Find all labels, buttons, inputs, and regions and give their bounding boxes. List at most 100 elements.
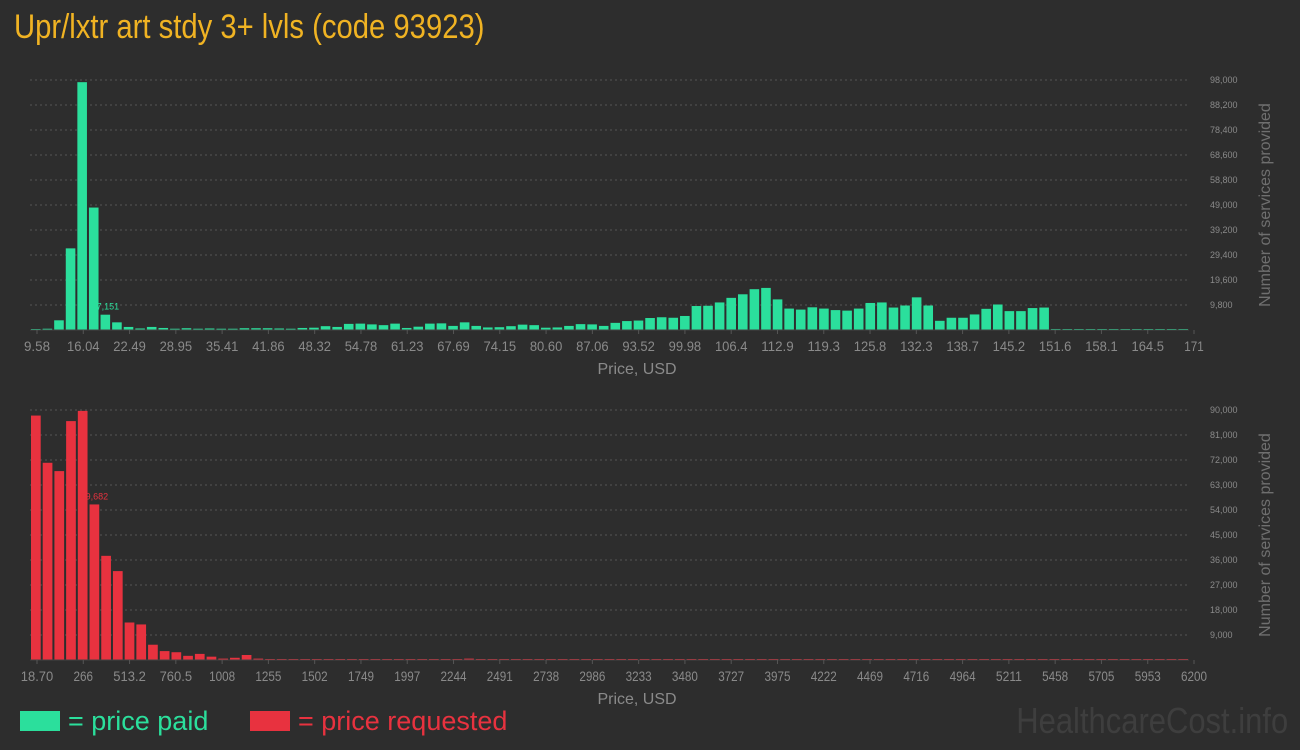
bar xyxy=(737,294,748,330)
x-tick-label: 6200 xyxy=(1181,668,1207,684)
y-tick-label: 81,000 xyxy=(1210,430,1238,440)
bar xyxy=(900,305,910,330)
bar xyxy=(865,302,876,330)
y-tick-label: 36,000 xyxy=(1210,555,1238,565)
x-tick-label: 1502 xyxy=(302,668,328,684)
bar xyxy=(390,323,400,330)
bar xyxy=(459,322,470,330)
bar xyxy=(981,308,991,330)
bar xyxy=(969,314,980,330)
y-tick-label: 72,000 xyxy=(1210,455,1238,465)
x-axis-label: Price, USD xyxy=(597,361,676,378)
x-tick-label: 5458 xyxy=(1042,668,1068,684)
x-tick-label: 16.04 xyxy=(67,338,100,354)
x-tick-label: 5953 xyxy=(1135,668,1161,684)
bar xyxy=(842,310,852,330)
peak-value-label: 89,682 xyxy=(81,491,109,501)
bar xyxy=(112,571,123,660)
price-paid-histogram: 9,800 19,600 29,400 39,200 49,000 58,800 68,60… xyxy=(24,75,1274,378)
x-tick-label: 74.15 xyxy=(484,338,517,354)
x-tick-label: 106.4 xyxy=(715,338,748,354)
bar xyxy=(564,325,574,330)
bar xyxy=(1027,308,1038,330)
bar xyxy=(136,624,147,660)
bar xyxy=(656,317,667,330)
bar xyxy=(749,289,760,330)
bar xyxy=(183,655,193,660)
bar xyxy=(703,305,713,330)
bar xyxy=(714,302,725,330)
bar xyxy=(1004,311,1015,330)
y-tick-label: 27,000 xyxy=(1210,580,1238,590)
legend-price-paid: = price paid xyxy=(20,704,208,738)
bar xyxy=(159,651,170,660)
bar xyxy=(853,308,864,330)
x-tick-label: 18.70 xyxy=(21,668,54,684)
bar xyxy=(54,320,64,330)
y-tick-label: 88,200 xyxy=(1210,100,1238,110)
bar xyxy=(343,323,354,330)
bar xyxy=(795,309,806,330)
bar xyxy=(320,326,331,330)
bar xyxy=(31,415,41,660)
bar xyxy=(819,308,829,330)
bar xyxy=(171,652,182,660)
x-tick-label: 28.95 xyxy=(160,338,193,354)
bar xyxy=(830,310,841,330)
y-tick-label: 9,800 xyxy=(1210,300,1233,310)
x-tick-label: 93.52 xyxy=(622,338,655,354)
x-tick-label: 145.2 xyxy=(993,338,1026,354)
x-tick-label: 4469 xyxy=(857,668,883,684)
bar xyxy=(66,421,76,660)
legend-paid-label: = price paid xyxy=(68,705,209,736)
bar xyxy=(726,297,736,330)
bar xyxy=(77,410,88,660)
bar xyxy=(241,655,252,660)
bar xyxy=(598,325,609,330)
bar xyxy=(89,504,100,660)
y-tick-label: 9,000 xyxy=(1210,630,1233,640)
x-axis-label: Price, USD xyxy=(597,691,676,708)
x-tick-label: 158.1 xyxy=(1085,338,1118,354)
y-tick-label: 58,800 xyxy=(1210,175,1238,185)
x-tick-label: 2986 xyxy=(579,668,605,684)
y-tick-label: 49,000 xyxy=(1210,200,1238,210)
bar xyxy=(1016,311,1026,330)
peak-value-label: 97,151 xyxy=(92,302,120,312)
watermark: HealthcareCost.info xyxy=(1016,700,1288,741)
bar xyxy=(124,622,135,660)
bar xyxy=(691,306,702,330)
y-axis-label: Number of services provided xyxy=(1257,103,1274,307)
bar xyxy=(784,308,794,330)
bar xyxy=(761,287,771,330)
bar xyxy=(148,644,158,660)
bar xyxy=(946,317,957,330)
bar xyxy=(772,299,783,330)
x-tick-label: 513.2 xyxy=(113,668,146,684)
x-tick-label: 48.32 xyxy=(298,338,331,354)
x-tick-label: 9.58 xyxy=(24,338,50,354)
x-tick-label: 151.6 xyxy=(1039,338,1072,354)
bar xyxy=(425,323,435,330)
x-tick-label: 3727 xyxy=(718,668,744,684)
x-tick-label: 5211 xyxy=(996,668,1022,684)
x-tick-label: 2244 xyxy=(441,668,467,684)
bar xyxy=(112,322,122,330)
x-tick-label: 61.23 xyxy=(391,338,424,354)
bar xyxy=(575,324,586,330)
legend-price-requested: = price requested xyxy=(250,704,507,738)
legend-paid-swatch xyxy=(20,711,60,731)
x-tick-label: 67.69 xyxy=(437,338,470,354)
x-tick-label: 112.9 xyxy=(761,338,794,354)
page-title: Upr/lxtr art stdy 3+ lvls (code 93923) xyxy=(14,8,485,46)
y-tick-label: 18,000 xyxy=(1210,605,1238,615)
x-tick-label: 138.7 xyxy=(946,338,979,354)
bar xyxy=(367,324,377,330)
y-tick-label: 63,000 xyxy=(1210,480,1238,490)
bar xyxy=(436,323,447,330)
x-tick-label: 4964 xyxy=(950,668,976,684)
bar xyxy=(587,324,597,330)
x-tick-label: 4716 xyxy=(903,668,929,684)
x-tick-label: 1008 xyxy=(209,668,235,684)
x-tick-label: 266 xyxy=(74,668,94,684)
